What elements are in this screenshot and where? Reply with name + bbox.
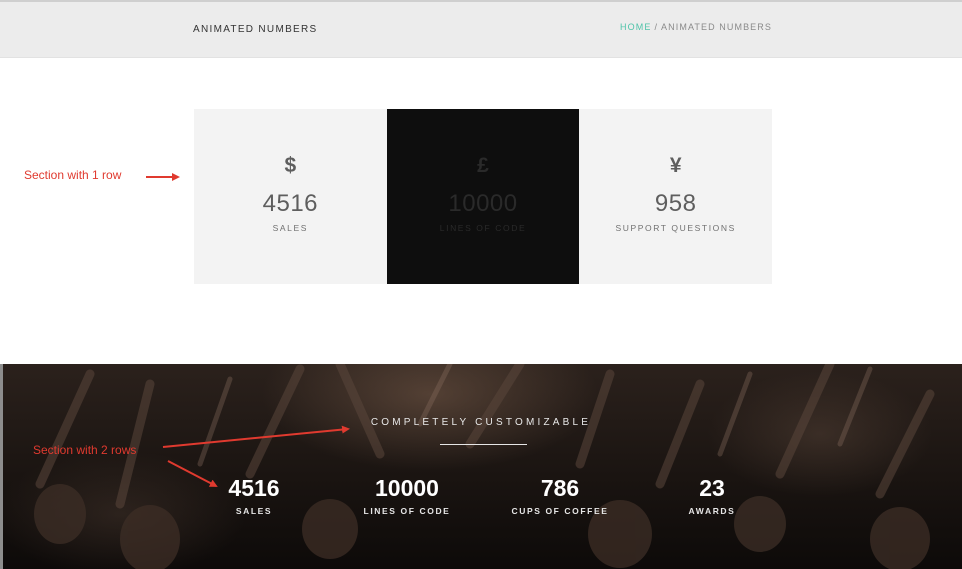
two-row-counter-section: COMPLETELY CUSTOMIZABLE 4516 SALES 10000… (0, 364, 962, 569)
breadcrumb-separator: / (654, 22, 659, 32)
stat-label: CUPS OF COFFEE (511, 506, 609, 516)
counter-label: LINES OF CODE (439, 223, 527, 233)
counter-label: SUPPORT QUESTIONS (615, 223, 736, 233)
breadcrumb-home-link[interactable]: HOME (620, 22, 651, 32)
counter-value: 4516 (262, 190, 319, 217)
breadcrumb: HOME / ANIMATED NUMBERS (620, 22, 772, 32)
counter-value: 958 (654, 190, 697, 217)
stat-value: 4516 (228, 475, 280, 501)
stat-label: LINES OF CODE (363, 506, 451, 516)
dollar-icon: $ (284, 154, 297, 177)
stat-sales: 4516 SALES (184, 474, 324, 516)
yen-icon: ¥ (669, 154, 682, 177)
counter-value: 10000 (448, 190, 518, 217)
stat-awards: 23 AWARDS (642, 474, 782, 516)
stat-value: 10000 (375, 475, 439, 501)
counter-support-questions: ¥ 958 SUPPORT QUESTIONS (579, 109, 773, 284)
breadcrumb-current: ANIMATED NUMBERS (661, 22, 772, 32)
annotation-one-row: Section with 1 row (24, 168, 122, 182)
pound-icon: £ (477, 154, 489, 177)
stat-label: SALES (235, 506, 273, 516)
page-header: ANIMATED NUMBERS HOME / ANIMATED NUMBERS (0, 2, 962, 58)
crowd-background-image (34, 364, 935, 569)
annotation-two-rows: Section with 2 rows (33, 443, 137, 457)
counter-label: SALES (272, 223, 309, 233)
one-row-counter-section: $ 4516 SALES £ 10000 LINES OF CODE ¥ 958… (194, 109, 773, 284)
left-edge (0, 364, 3, 569)
stat-label: AWARDS (688, 506, 736, 516)
counter-lines-of-code: £ 10000 LINES OF CODE (386, 109, 580, 284)
section-heading: COMPLETELY CUSTOMIZABLE (370, 417, 592, 428)
stat-value: 786 (540, 475, 580, 501)
heading-divider (440, 444, 527, 445)
stat-cups-of-coffee: 786 CUPS OF COFFEE (490, 474, 630, 516)
stat-lines-of-code: 10000 LINES OF CODE (337, 474, 477, 516)
counter-sales: $ 4516 SALES (194, 109, 387, 284)
stat-value: 23 (699, 475, 725, 501)
page-title: ANIMATED NUMBERS (193, 24, 318, 35)
